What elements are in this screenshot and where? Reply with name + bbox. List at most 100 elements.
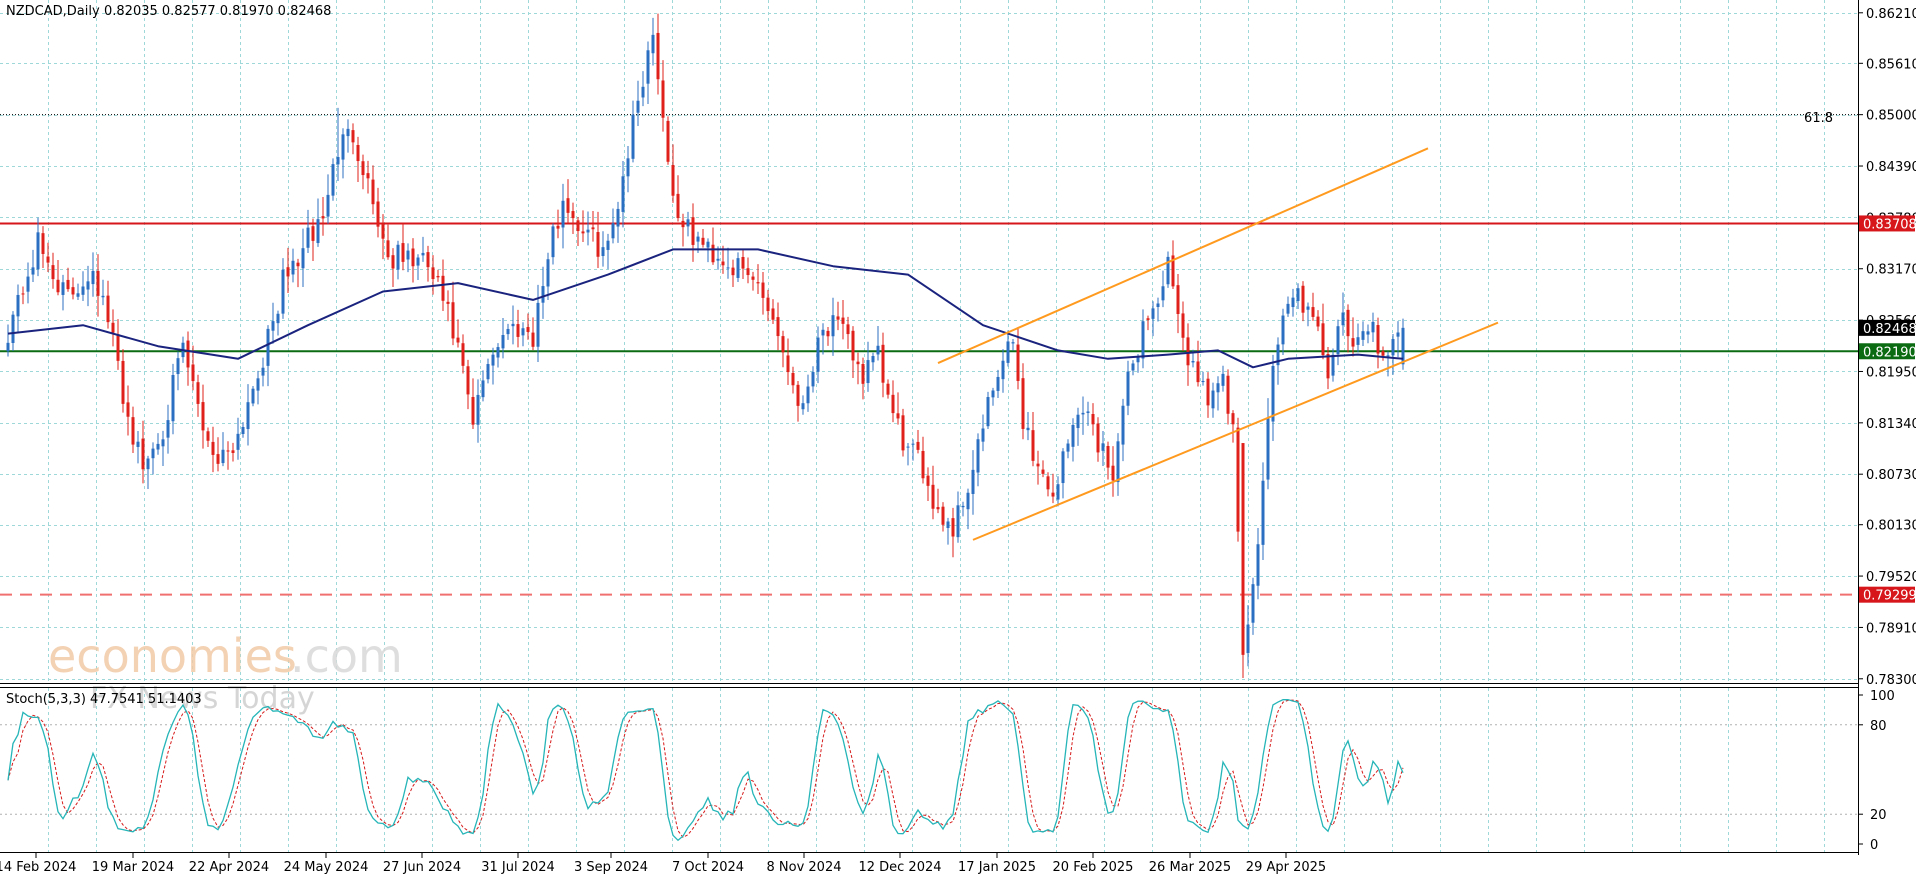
candle-body bbox=[741, 257, 745, 269]
candle-body bbox=[41, 233, 45, 254]
candle-body bbox=[36, 232, 40, 270]
candle-body bbox=[596, 232, 600, 257]
candle-body bbox=[846, 324, 850, 335]
time-axis[interactable]: 14 Feb 2024 19 Mar 2024 22 Apr 2024 24 May … bbox=[0, 853, 1326, 874]
candle-body bbox=[286, 267, 290, 277]
candle-body bbox=[1301, 285, 1305, 313]
candle-body bbox=[781, 336, 785, 353]
candle-body bbox=[1041, 469, 1045, 474]
candle-body bbox=[881, 344, 885, 383]
candle-body bbox=[861, 364, 865, 384]
candle-body bbox=[201, 402, 205, 431]
candle-body bbox=[841, 317, 845, 324]
time-tick-label: 24 May 2024 bbox=[284, 860, 369, 874]
candle-body bbox=[806, 386, 810, 404]
candle-body bbox=[486, 364, 490, 380]
candle-body bbox=[851, 330, 855, 361]
stochastic-layer: 100 80 20 0 bbox=[0, 689, 1895, 853]
candle-body bbox=[21, 293, 25, 295]
candle-body bbox=[1236, 427, 1240, 532]
candle-body bbox=[481, 380, 485, 398]
candle-body bbox=[326, 194, 330, 217]
candle-body bbox=[1371, 321, 1375, 333]
candle-body bbox=[1221, 373, 1225, 386]
candle-body bbox=[561, 200, 565, 228]
candle-body bbox=[651, 34, 655, 54]
candle-body bbox=[681, 220, 685, 228]
candle-body bbox=[111, 322, 115, 333]
support-price-tag-text: 0.82190 bbox=[1863, 345, 1916, 360]
candle-body bbox=[796, 384, 800, 406]
stoch-signal-line[interactable] bbox=[7, 699, 1404, 838]
candle-body bbox=[896, 413, 900, 419]
candle-body bbox=[871, 356, 875, 363]
candle-body bbox=[991, 390, 995, 398]
candle-body bbox=[411, 248, 415, 267]
time-tick-label: 19 Mar 2024 bbox=[92, 860, 174, 874]
candle-body bbox=[351, 130, 355, 143]
time-tick-label: 7 Oct 2024 bbox=[672, 860, 744, 874]
candle-body bbox=[156, 443, 160, 450]
candle-body bbox=[731, 267, 735, 276]
candle-body bbox=[86, 281, 90, 290]
candle-body bbox=[266, 328, 270, 366]
time-tick-label: 17 Jan 2025 bbox=[958, 860, 1036, 874]
candle-body bbox=[31, 267, 35, 275]
candle-body bbox=[1246, 624, 1250, 654]
candle-body bbox=[511, 323, 515, 327]
candle-body bbox=[921, 450, 925, 479]
candle-body bbox=[976, 439, 980, 473]
candle-body bbox=[1296, 288, 1300, 302]
candle-body bbox=[46, 256, 50, 263]
watermark-brand: economies bbox=[48, 629, 297, 683]
candle-body bbox=[176, 358, 180, 375]
candle-body bbox=[496, 347, 500, 358]
candle-body bbox=[1396, 332, 1400, 337]
candle-body bbox=[291, 260, 295, 275]
candle-body bbox=[136, 441, 140, 447]
candle-body bbox=[1141, 321, 1145, 359]
candle-body bbox=[1151, 308, 1155, 319]
resistance-price-tag-text: 0.83708 bbox=[1863, 217, 1916, 232]
candle-body bbox=[1321, 323, 1325, 356]
candle-body bbox=[276, 313, 280, 324]
candle-body bbox=[636, 100, 640, 113]
watermark-brand-suffix: .com bbox=[290, 629, 403, 683]
candle-body bbox=[1361, 331, 1365, 340]
stoch-main-line[interactable] bbox=[7, 698, 1404, 842]
candle-body bbox=[11, 314, 15, 343]
candle-body bbox=[901, 415, 905, 451]
candle-body bbox=[1306, 306, 1310, 310]
candle-body bbox=[506, 328, 510, 335]
symbol-label: NZDCAD,Daily bbox=[6, 4, 100, 19]
candle-body bbox=[306, 227, 310, 248]
candle-body bbox=[986, 397, 990, 427]
candle-body bbox=[956, 505, 960, 538]
candle-body bbox=[916, 441, 920, 450]
candle-body bbox=[1011, 342, 1015, 344]
lower-price-tag: 0.79299 bbox=[1859, 586, 1916, 604]
candle-body bbox=[716, 258, 720, 261]
candle-body bbox=[1086, 411, 1090, 413]
candle-body bbox=[616, 208, 620, 227]
price-tick-label: 0.80130 bbox=[1866, 519, 1916, 534]
candle-body bbox=[691, 217, 695, 245]
candle-body bbox=[206, 431, 210, 441]
candle-body bbox=[1326, 353, 1330, 379]
candle-body bbox=[221, 449, 225, 464]
candle-body bbox=[146, 458, 150, 470]
time-tick-label: 29 Apr 2025 bbox=[1246, 860, 1326, 874]
time-tick-label: 14 Feb 2024 bbox=[0, 860, 76, 874]
candle-body bbox=[756, 282, 760, 284]
candle-body bbox=[656, 32, 660, 80]
candle-body bbox=[1191, 360, 1195, 363]
candle-body bbox=[261, 367, 265, 376]
candle-body bbox=[556, 225, 560, 229]
candle-body bbox=[961, 505, 965, 508]
candle-body bbox=[1021, 378, 1025, 429]
candle-body bbox=[381, 224, 385, 239]
candle-body bbox=[446, 301, 450, 304]
candle-body bbox=[1211, 390, 1215, 409]
candle-body bbox=[1071, 424, 1075, 447]
candle-body bbox=[61, 282, 65, 295]
